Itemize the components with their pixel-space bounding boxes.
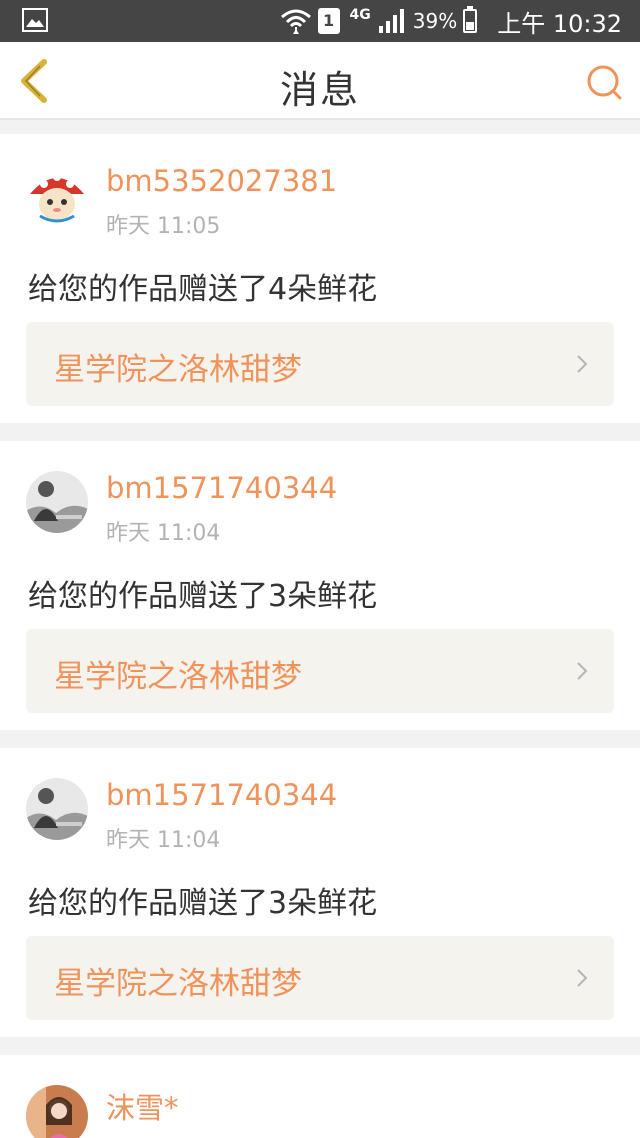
work-title: 星学院之洛林甜梦 bbox=[54, 659, 302, 695]
username[interactable]: bm5352027381 bbox=[106, 164, 337, 198]
message-card: 沫雪* bbox=[0, 1055, 640, 1138]
signal-strength-icon bbox=[378, 9, 404, 33]
work-title: 星学院之洛林甜梦 bbox=[54, 352, 302, 388]
username[interactable]: 沫雪* bbox=[106, 1085, 179, 1127]
message-text: 给您的作品赠送了4朵鲜花 bbox=[28, 272, 378, 307]
work-link[interactable]: 星学院之洛林甜梦 bbox=[26, 322, 614, 406]
username[interactable]: bm1571740344 bbox=[106, 471, 337, 505]
chevron-right-icon bbox=[577, 662, 588, 680]
message-text: 给您的作品赠送了3朵鲜花 bbox=[28, 886, 378, 921]
avatar[interactable] bbox=[26, 1085, 88, 1138]
message-card: bm1571740344 昨天 11:04 给您的作品赠送了3朵鲜花 星学院之洛… bbox=[0, 748, 640, 1037]
page-title: 消息 bbox=[279, 68, 360, 112]
search-icon[interactable] bbox=[584, 62, 624, 102]
work-link[interactable]: 星学院之洛林甜梦 bbox=[26, 629, 614, 713]
photo-avatar-icon bbox=[26, 471, 88, 533]
network-type: 4G bbox=[349, 7, 371, 23]
mushroom-hat-avatar-icon bbox=[26, 164, 88, 226]
username[interactable]: bm1571740344 bbox=[106, 778, 337, 812]
avatar[interactable] bbox=[26, 471, 88, 533]
avatar[interactable] bbox=[26, 164, 88, 226]
status-bar: 1 4G 39% 上午 10:32 bbox=[0, 0, 640, 42]
message-text: 给您的作品赠送了3朵鲜花 bbox=[28, 579, 378, 614]
chevron-right-icon bbox=[577, 969, 588, 987]
wifi-icon bbox=[280, 9, 311, 34]
photo-avatar-icon bbox=[26, 778, 88, 840]
timestamp: 昨天 11:05 bbox=[106, 214, 221, 239]
work-title: 星学院之洛林甜梦 bbox=[54, 966, 302, 1002]
girl-photo-avatar-icon bbox=[26, 1085, 88, 1138]
message-card: bm1571740344 昨天 11:04 给您的作品赠送了3朵鲜花 星学院之洛… bbox=[0, 441, 640, 730]
clock: 上午 10:32 bbox=[497, 9, 622, 38]
timestamp: 昨天 11:04 bbox=[106, 521, 221, 546]
timestamp: 昨天 11:04 bbox=[106, 828, 221, 853]
chevron-right-icon bbox=[577, 355, 588, 373]
app-header: 消息 bbox=[0, 42, 640, 120]
battery-percent: 39% bbox=[412, 9, 458, 33]
battery-icon bbox=[463, 6, 478, 33]
message-list: bm5352027381 昨天 11:05 给您的作品赠送了4朵鲜花 星学院之洛… bbox=[0, 134, 640, 1138]
sim-slot-badge: 1 bbox=[317, 8, 340, 34]
work-link[interactable]: 星学院之洛林甜梦 bbox=[26, 936, 614, 1020]
gallery-notification-icon bbox=[22, 8, 48, 32]
avatar[interactable] bbox=[26, 778, 88, 840]
message-card: bm5352027381 昨天 11:05 给您的作品赠送了4朵鲜花 星学院之洛… bbox=[0, 134, 640, 423]
